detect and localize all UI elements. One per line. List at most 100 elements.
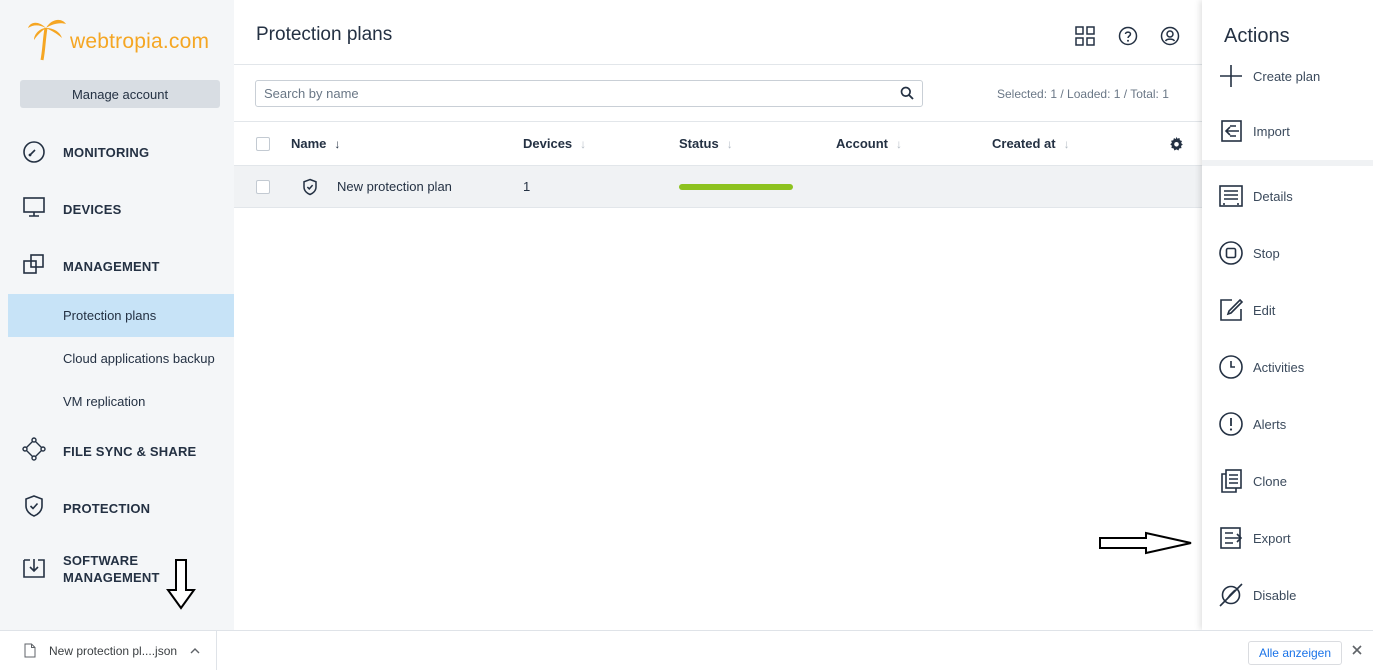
- palm-tree-icon: [28, 19, 66, 61]
- export-icon: [1220, 527, 1243, 549]
- action-label: Stop: [1253, 245, 1280, 261]
- sort-arrow-icon: ↓: [726, 136, 733, 151]
- details-icon: [1219, 185, 1243, 207]
- actions-title: Actions: [1224, 25, 1290, 47]
- nav-label: PROTECTION: [63, 500, 151, 516]
- column-header-devices[interactable]: Devices ↓: [523, 136, 586, 151]
- action-label: Import: [1253, 123, 1290, 139]
- nav-label-line-2: MANAGEMENT: [63, 570, 160, 585]
- nav-software-management[interactable]: SOFTWARE MANAGEMENT: [0, 550, 234, 586]
- sort-arrow-icon: ↓: [580, 136, 587, 151]
- action-label: Disable: [1253, 587, 1297, 603]
- column-header-created-at[interactable]: Created at ↓: [992, 136, 1070, 151]
- edit-icon: [1220, 298, 1244, 321]
- actions-separator: [1202, 160, 1373, 166]
- shield-icon: [25, 495, 43, 517]
- selection-counter: Selected: 1 / Loaded: 1 / Total: 1: [997, 87, 1169, 101]
- action-label: Clone: [1253, 473, 1287, 489]
- action-export[interactable]: Export: [1202, 518, 1373, 558]
- column-label: Created at: [992, 136, 1056, 151]
- action-disable[interactable]: Disable: [1202, 575, 1373, 615]
- column-label: Devices: [523, 136, 573, 151]
- page-title: Protection plans: [256, 24, 393, 45]
- chevron-up-icon[interactable]: [190, 647, 200, 655]
- action-label: Details: [1253, 188, 1293, 204]
- action-create-plan[interactable]: Create plan: [1202, 56, 1373, 96]
- nav-protection[interactable]: PROTECTION: [0, 494, 234, 522]
- monitor-icon: [23, 197, 45, 217]
- nav-monitoring[interactable]: MONITORING: [0, 138, 234, 166]
- actions-panel: Actions Create plan Import Details Stop …: [1202, 0, 1373, 630]
- action-stop[interactable]: Stop: [1202, 233, 1373, 273]
- nav-label: DEVICES: [63, 201, 122, 217]
- gauge-icon: [23, 141, 45, 163]
- sidebar-item-cloud-applications-backup[interactable]: Cloud applications backup: [8, 337, 234, 380]
- sidebar: webtropia.com Manage account MONITORING …: [0, 0, 234, 630]
- plan-devices: 1: [523, 179, 531, 194]
- header-divider: [234, 64, 1202, 65]
- action-details[interactable]: Details: [1202, 176, 1373, 216]
- software-icon: [23, 559, 45, 578]
- grid-icon[interactable]: [1075, 26, 1095, 46]
- column-label: Account: [836, 136, 888, 151]
- show-all-button[interactable]: Alle anzeigen: [1248, 641, 1342, 665]
- clone-icon: [1221, 469, 1242, 493]
- shield-icon: [303, 178, 317, 196]
- action-clone[interactable]: Clone: [1202, 461, 1373, 501]
- management-icon: [23, 254, 44, 274]
- sidebar-item-protection-plans[interactable]: Protection plans: [8, 294, 234, 337]
- gear-icon[interactable]: [1168, 136, 1184, 152]
- search-icon[interactable]: [900, 86, 914, 100]
- nav-label: MANAGEMENT: [63, 258, 160, 274]
- select-all-checkbox[interactable]: [256, 137, 270, 151]
- action-label: Export: [1253, 530, 1291, 546]
- annotation-right-arrow: [1099, 531, 1192, 555]
- column-header-name[interactable]: Name ↓: [291, 136, 340, 151]
- stop-icon: [1219, 241, 1243, 265]
- nav-devices[interactable]: DEVICES: [0, 195, 234, 223]
- sort-arrow-icon: ↓: [1063, 136, 1070, 151]
- column-header-account[interactable]: Account ↓: [836, 136, 902, 151]
- nav-management[interactable]: MANAGEMENT: [0, 252, 234, 280]
- file-icon: [24, 643, 36, 658]
- column-label: Status: [679, 136, 719, 151]
- alert-icon: [1219, 412, 1243, 436]
- account-icon[interactable]: [1160, 26, 1180, 46]
- action-import[interactable]: Import: [1202, 111, 1373, 151]
- close-icon[interactable]: [1350, 643, 1364, 657]
- nav-label: MONITORING: [63, 144, 150, 160]
- action-activities[interactable]: Activities: [1202, 347, 1373, 387]
- help-icon[interactable]: [1118, 26, 1138, 46]
- nav-label-line-1: SOFTWARE: [63, 553, 139, 568]
- app-window: webtropia.com Manage account MONITORING …: [0, 0, 1373, 670]
- nav-label: SOFTWARE MANAGEMENT: [63, 552, 160, 586]
- sidebar-item-vm-replication[interactable]: VM replication: [8, 380, 234, 423]
- action-alerts[interactable]: Alerts: [1202, 404, 1373, 444]
- action-label: Edit: [1253, 302, 1276, 318]
- search-input[interactable]: [256, 81, 876, 106]
- table-row[interactable]: New protection plan 1: [234, 166, 1202, 208]
- download-file-name: New protection pl....json: [49, 644, 178, 658]
- plus-icon: [1220, 65, 1242, 87]
- logo[interactable]: webtropia.com: [28, 14, 228, 62]
- action-label: Create plan: [1253, 68, 1321, 84]
- sort-arrow-icon: ↓: [896, 136, 902, 151]
- search-box[interactable]: [255, 80, 923, 107]
- manage-account-button[interactable]: Manage account: [20, 80, 220, 108]
- action-label: Alerts: [1253, 416, 1287, 432]
- action-edit[interactable]: Edit: [1202, 290, 1373, 330]
- action-label: Activities: [1253, 359, 1305, 375]
- row-checkbox[interactable]: [256, 180, 270, 194]
- logo-text: webtropia.com: [70, 30, 210, 53]
- import-icon: [1221, 120, 1242, 142]
- disable-icon: [1219, 583, 1243, 607]
- column-label: Name: [291, 136, 327, 151]
- sort-arrow-icon: ↓: [334, 136, 341, 151]
- sync-share-icon: [22, 437, 46, 461]
- plan-name[interactable]: New protection plan: [337, 179, 452, 194]
- status-progress-bar: [679, 184, 793, 190]
- annotation-down-arrow: [166, 559, 196, 610]
- download-item[interactable]: New protection pl....json: [0, 631, 217, 670]
- column-header-status[interactable]: Status ↓: [679, 136, 733, 151]
- nav-file-sync-share[interactable]: FILE SYNC & SHARE: [0, 437, 234, 465]
